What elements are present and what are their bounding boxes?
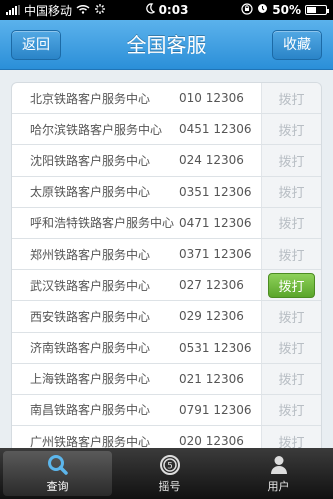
alarm-icon [257,3,268,17]
center-phone: 024 12306 [179,153,244,168]
list-item[interactable]: 西安铁路客户服务中心 029 12306 拨打 [12,301,321,333]
list-item[interactable]: 哈尔滨铁路客户服务中心 0451 12306 拨打 [12,114,321,146]
battery-percent: 50% [272,3,301,17]
center-phone: 010 12306 [179,91,244,106]
status-center: 0:03 [145,3,189,17]
center-name: 上海铁路客户服务中心 [30,372,151,387]
dial-cell: 拨打 [261,332,321,363]
tab-bar: 查询 5 摇号 用户 [0,448,333,499]
tab-lottery[interactable]: 5 摇号 [115,448,224,499]
center-phone: 0351 12306 [179,184,252,199]
list-item[interactable]: 南昌铁路客户服务中心 0791 12306 拨打 [12,394,321,427]
list-item[interactable]: 上海铁路客户服务中心 021 12306 拨打 [12,363,321,395]
activity-icon [94,3,106,18]
dial-button[interactable]: 拨打 [278,338,304,357]
rotation-lock-icon [241,2,253,18]
navigation-bar: 全国客服 返回 收藏 [0,20,333,70]
dial-button[interactable]: 拨打 [278,120,304,139]
center-phone: 029 12306 [179,309,244,324]
dial-button[interactable]: 拨打 [278,213,304,232]
center-phone: 0791 12306 [179,402,252,417]
center-name: 哈尔滨铁路客户服务中心 [30,122,163,137]
dial-cell: 拨打 [261,301,321,332]
list-item[interactable]: 郑州铁路客户服务中心 0371 12306 拨打 [12,238,321,271]
list-item[interactable]: 太原铁路客户服务中心 0351 12306 拨打 [12,176,321,208]
center-phone: 0471 12306 [179,215,252,230]
dial-cell: 拨打 [261,394,321,426]
dial-cell: 拨打 [261,363,321,394]
back-button[interactable]: 返回 [11,30,61,60]
service-center-list[interactable]: 北京铁路客户服务中心 010 12306 拨打 哈尔滨铁路客户服务中心 0451 123… [11,82,322,448]
tab-user[interactable]: 用户 [224,448,333,499]
tab-label: 摇号 [158,479,181,493]
dial-button[interactable]: 拨打 [278,307,304,326]
dial-button[interactable]: 拨打 [278,245,304,264]
status-left: 中国移动 [6,2,106,19]
wifi-icon [76,3,90,17]
battery-icon [305,5,329,15]
svg-text:5: 5 [167,461,173,471]
favorite-button[interactable]: 收藏 [272,30,322,60]
center-name: 广州铁路客户服务中心 [30,434,151,448]
center-name: 呼和浩特铁路客户服务中心 [30,216,175,231]
center-phone: 0371 12306 [179,247,252,262]
dial-cell: 拨打 [261,270,321,301]
dial-button[interactable]: 拨打 [278,89,304,108]
list-item[interactable]: 广州铁路客户服务中心 020 12306 拨打 [12,426,321,448]
center-phone: 020 12306 [179,434,244,448]
center-phone: 0451 12306 [179,122,252,137]
dial-button[interactable]: 拨打 [278,432,304,448]
list-item[interactable]: 沈阳铁路客户服务中心 024 12306 拨打 [12,145,321,177]
dial-cell: 拨打 [261,426,321,448]
tab-label: 用户 [267,479,290,493]
center-name: 太原铁路客户服务中心 [30,185,151,200]
center-name: 济南铁路客户服务中心 [30,341,151,356]
dial-cell: 拨打 [261,83,321,114]
user-icon [270,455,287,474]
center-name: 北京铁路客户服务中心 [30,91,151,106]
center-name: 武汉铁路客户服务中心 [30,278,151,293]
center-name: 沈阳铁路客户服务中心 [30,153,151,168]
center-name: 南昌铁路客户服务中心 [30,403,151,418]
tab-search[interactable]: 查询 [3,451,112,496]
signal-icon [6,5,20,15]
moon-icon [145,3,155,17]
center-name: 郑州铁路客户服务中心 [30,247,151,262]
dial-cell: 拨打 [261,238,321,270]
list-item[interactable]: 呼和浩特铁路客户服务中心 0471 12306 拨打 [12,207,321,239]
dial-cell: 拨打 [261,207,321,238]
center-phone: 027 12306 [179,278,244,293]
list-item[interactable]: 武汉铁路客户服务中心 027 12306 拨打 [12,270,321,302]
center-phone: 021 12306 [179,371,244,386]
status-bar: 中国移动 0:03 50% [0,0,333,20]
dial-cell: 拨打 [261,176,321,207]
dial-button[interactable]: 拨打 [278,182,304,201]
lottery-icon: 5 [159,454,180,475]
status-time: 0:03 [158,3,189,17]
center-name: 西安铁路客户服务中心 [30,309,151,324]
dial-button[interactable]: 拨打 [278,400,304,419]
list-item[interactable]: 北京铁路客户服务中心 010 12306 拨打 [12,83,321,115]
dial-button[interactable]: 拨打 [268,272,315,298]
carrier-label: 中国移动 [24,3,73,18]
dial-button[interactable]: 拨打 [278,369,304,388]
center-phone: 0531 12306 [179,340,252,355]
tab-label: 查询 [46,479,69,493]
dial-cell: 拨打 [261,145,321,176]
search-icon [47,454,68,475]
dial-button[interactable]: 拨打 [278,151,304,170]
battery-fill [307,7,316,13]
dial-cell: 拨打 [261,114,321,145]
status-right: 50% [241,2,329,18]
list-item[interactable]: 济南铁路客户服务中心 0531 12306 拨打 [12,332,321,364]
